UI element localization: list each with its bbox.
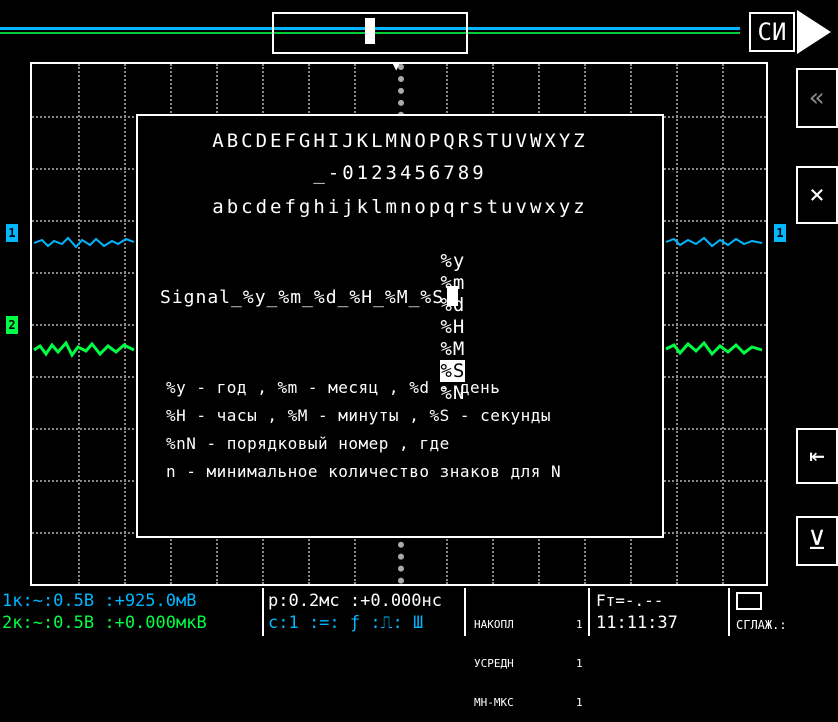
help-line-3: %nN - порядковый номер , где [166,434,450,453]
memory-icon [736,592,762,610]
charset-uppercase[interactable]: ABCDEFGHIJKLMNOPQRSTUVWXYZ [138,130,662,152]
help-line-1: %y - год , %m - месяц , %d - день [166,378,501,397]
trace-ch2-right [665,340,763,357]
run-button[interactable] [797,10,831,54]
channel-1-trigger-marker[interactable]: 1 [774,224,786,242]
insert-button[interactable]: ⊻ [796,516,838,566]
acquisition-modes[interactable]: НАКОПЛ УСРЕДН МН-МКС [474,592,514,722]
clock: 11:11:37 [596,613,678,633]
mode-button[interactable]: СИ [749,12,795,52]
help-line-2: %H - часы , %M - минуты , %S - секунды [166,406,552,425]
minmax-mode: МН-МКС [474,696,514,709]
trigger-position-icon: ▼ [392,58,401,74]
status-divider [464,588,466,636]
smoothing-label[interactable]: СГЛАЖ.: [736,614,787,636]
channel-1-marker[interactable]: 1 [6,224,18,242]
close-button[interactable]: × [796,166,838,224]
trigger-frequency: Fт=-.-- [596,591,664,610]
minmax-count: 1 [576,696,583,709]
filename-mask-dialog: ABCDEFGHIJKLMNOPQRSTUVWXYZ _-0123456789 … [136,114,664,538]
channel-2-settings[interactable]: 2к:~:0.5В :+0.000мкВ [2,612,207,634]
backspace-button[interactable]: ⇤ [796,428,838,484]
status-divider [728,588,730,636]
token-year[interactable]: %y [440,250,465,272]
help-line-4: n - минимальное количество знаков для N [166,462,562,481]
filename-mask-field[interactable]: Signal_%y_%m_%d_%H_%M_%S [160,286,459,308]
accumulate-mode: НАКОПЛ [474,618,514,631]
channel-1-settings[interactable]: 1к:~:0.5В :+925.0мВ [2,590,196,612]
average-count: 1 [576,657,583,670]
trace-ch1-right [665,236,763,248]
back-button[interactable]: « [796,68,838,128]
token-hour[interactable]: %H [440,316,465,338]
filename-mask-text: Signal_%y_%m_%d_%H_%M_%S [160,287,445,308]
token-minute[interactable]: %M [440,338,465,360]
average-mode: УСРЕДН [474,657,514,670]
charset-lowercase[interactable]: abcdefghijklmnopqrstuvwxyz [138,196,662,218]
timebase-settings[interactable]: р:0.2мс :+0.000нс [268,590,442,612]
memory-window-marker[interactable] [365,18,375,44]
trace-ch2-left [33,340,135,358]
status-divider [588,588,590,636]
trigger-settings[interactable]: с:1 :=: ƒ :⎍: Ш [268,612,423,634]
text-cursor [447,286,459,306]
trace-ch1-left [33,236,135,249]
charset-digits[interactable]: _-0123456789 [138,162,662,184]
status-divider [262,588,264,636]
channel-2-marker[interactable]: 2 [6,316,18,334]
